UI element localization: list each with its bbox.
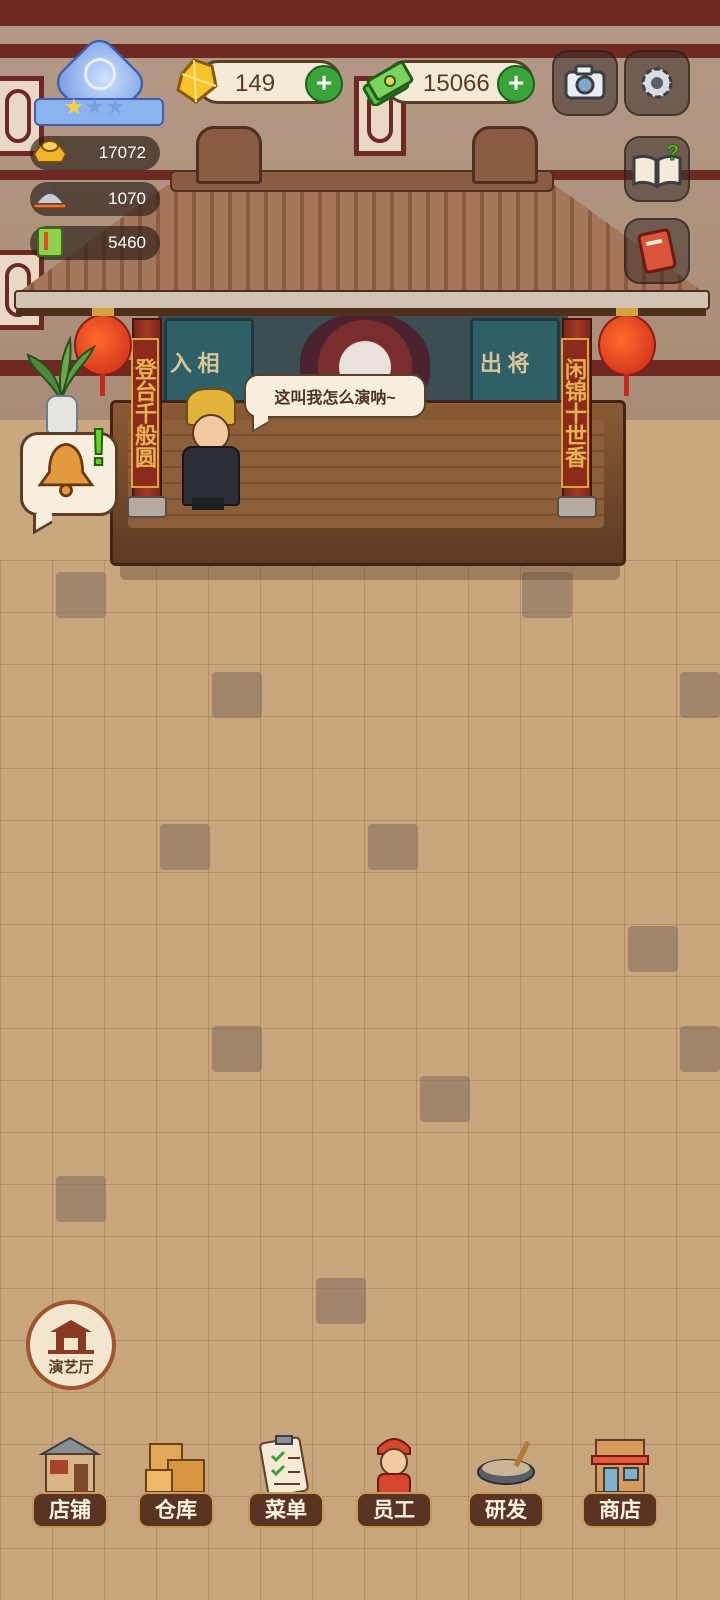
nav-store[interactable]: 商店 [578, 1430, 662, 1534]
help-book-icon: ? [632, 140, 682, 189]
wok-icon [477, 1440, 535, 1485]
floor-stain[interactable] [212, 672, 262, 718]
nav-warehouse[interactable]: 仓库 [134, 1430, 218, 1534]
clipboard-checklist-icon [259, 1435, 309, 1498]
floor-stain[interactable] [680, 672, 720, 718]
roof-eave [14, 290, 710, 310]
nav-research-label: 研发 [468, 1492, 544, 1528]
nav-research[interactable]: 研发 [464, 1430, 548, 1534]
nav-staff[interactable]: 员工 [352, 1430, 436, 1534]
camera-icon [564, 64, 606, 100]
star-icon: ★ [105, 94, 127, 119]
roof-ornament-right [472, 126, 538, 184]
red-lantern-right [598, 308, 656, 396]
floor-stain[interactable] [212, 1026, 262, 1072]
pillar-base [557, 496, 597, 518]
nav-shop-front-label: 店铺 [32, 1492, 108, 1528]
red-book-icon [637, 228, 677, 274]
resource-recipes[interactable]: 5460 [30, 226, 160, 260]
nav-warehouse-label: 仓库 [138, 1492, 214, 1528]
svg-text:?: ? [666, 140, 679, 165]
couplet-left: 登台千般圆 [131, 338, 159, 488]
gold-value: 17072 [98, 143, 146, 162]
add-cash-button[interactable]: + [497, 65, 535, 103]
performer-robe [182, 446, 240, 506]
chef-character-icon [377, 1438, 411, 1497]
restaurant-rank-badge[interactable]: ★★★ [34, 32, 164, 134]
floor-stain[interactable] [160, 824, 210, 870]
shopfront-icon [38, 1436, 102, 1493]
recipe-book-icon [37, 227, 63, 257]
floor-stain[interactable] [420, 1076, 470, 1122]
gear-icon [641, 67, 673, 99]
alert-exclamation-icon: ! [89, 418, 108, 478]
settings-button[interactable] [624, 50, 690, 116]
roof-ornament-left [196, 126, 262, 184]
floor-stain[interactable] [368, 824, 418, 870]
opera-hall-button[interactable]: 演艺厅 [26, 1300, 116, 1390]
curtain-right-text: 出 将 [480, 351, 530, 376]
dishes-value: 1070 [108, 189, 146, 208]
floor-stain[interactable] [56, 572, 106, 618]
opera-performer[interactable] [176, 388, 240, 512]
floor-stain[interactable] [680, 1026, 720, 1072]
nav-shop-front[interactable]: 店铺 [28, 1430, 112, 1534]
floor-stain[interactable] [628, 926, 678, 972]
nav-staff-label: 员工 [356, 1492, 432, 1528]
couplet-right: 闲锦十世香 [561, 338, 589, 488]
help-guide-button[interactable]: ? [624, 136, 690, 202]
camera-button[interactable] [552, 50, 618, 116]
resource-dishes[interactable]: 1070 [30, 182, 160, 216]
wall-beam-top [0, 0, 720, 26]
performer-legs [192, 498, 224, 510]
opera-hall-label: 演艺厅 [48, 1359, 94, 1376]
star-icon: ★ [64, 94, 85, 119]
rank-stars: ★★★ [64, 94, 126, 120]
floor-stain[interactable] [316, 1278, 366, 1324]
recipes-value: 5460 [108, 233, 146, 252]
pavilion-icon [48, 1320, 94, 1354]
whisk-icon [84, 58, 116, 90]
store-building-icon [591, 1439, 649, 1493]
floor-stain[interactable] [56, 1176, 106, 1222]
curtain-left-text: 入 相 [170, 351, 220, 376]
cash-stack-icon [362, 61, 414, 106]
boxes-icon [145, 1443, 205, 1493]
gold-ingot-icon [32, 140, 68, 163]
speech-bubble: 这叫我怎么演呐~ [244, 374, 426, 418]
nav-menu-label: 菜单 [248, 1492, 324, 1528]
resource-gold[interactable]: 17072 [30, 136, 160, 170]
cash-value: 15066 [423, 70, 490, 97]
dish-cloche-icon [33, 186, 67, 209]
nav-menu[interactable]: 菜单 [244, 1430, 328, 1534]
pillar-base [127, 496, 167, 518]
flower-pot [46, 395, 78, 435]
add-gems-button[interactable]: + [305, 65, 343, 103]
gem-icon [176, 58, 218, 104]
recipe-journal-button[interactable] [624, 218, 690, 284]
star-icon: ★ [84, 94, 106, 119]
gem-value: 149 [235, 70, 276, 97]
nav-store-label: 商店 [582, 1492, 658, 1528]
